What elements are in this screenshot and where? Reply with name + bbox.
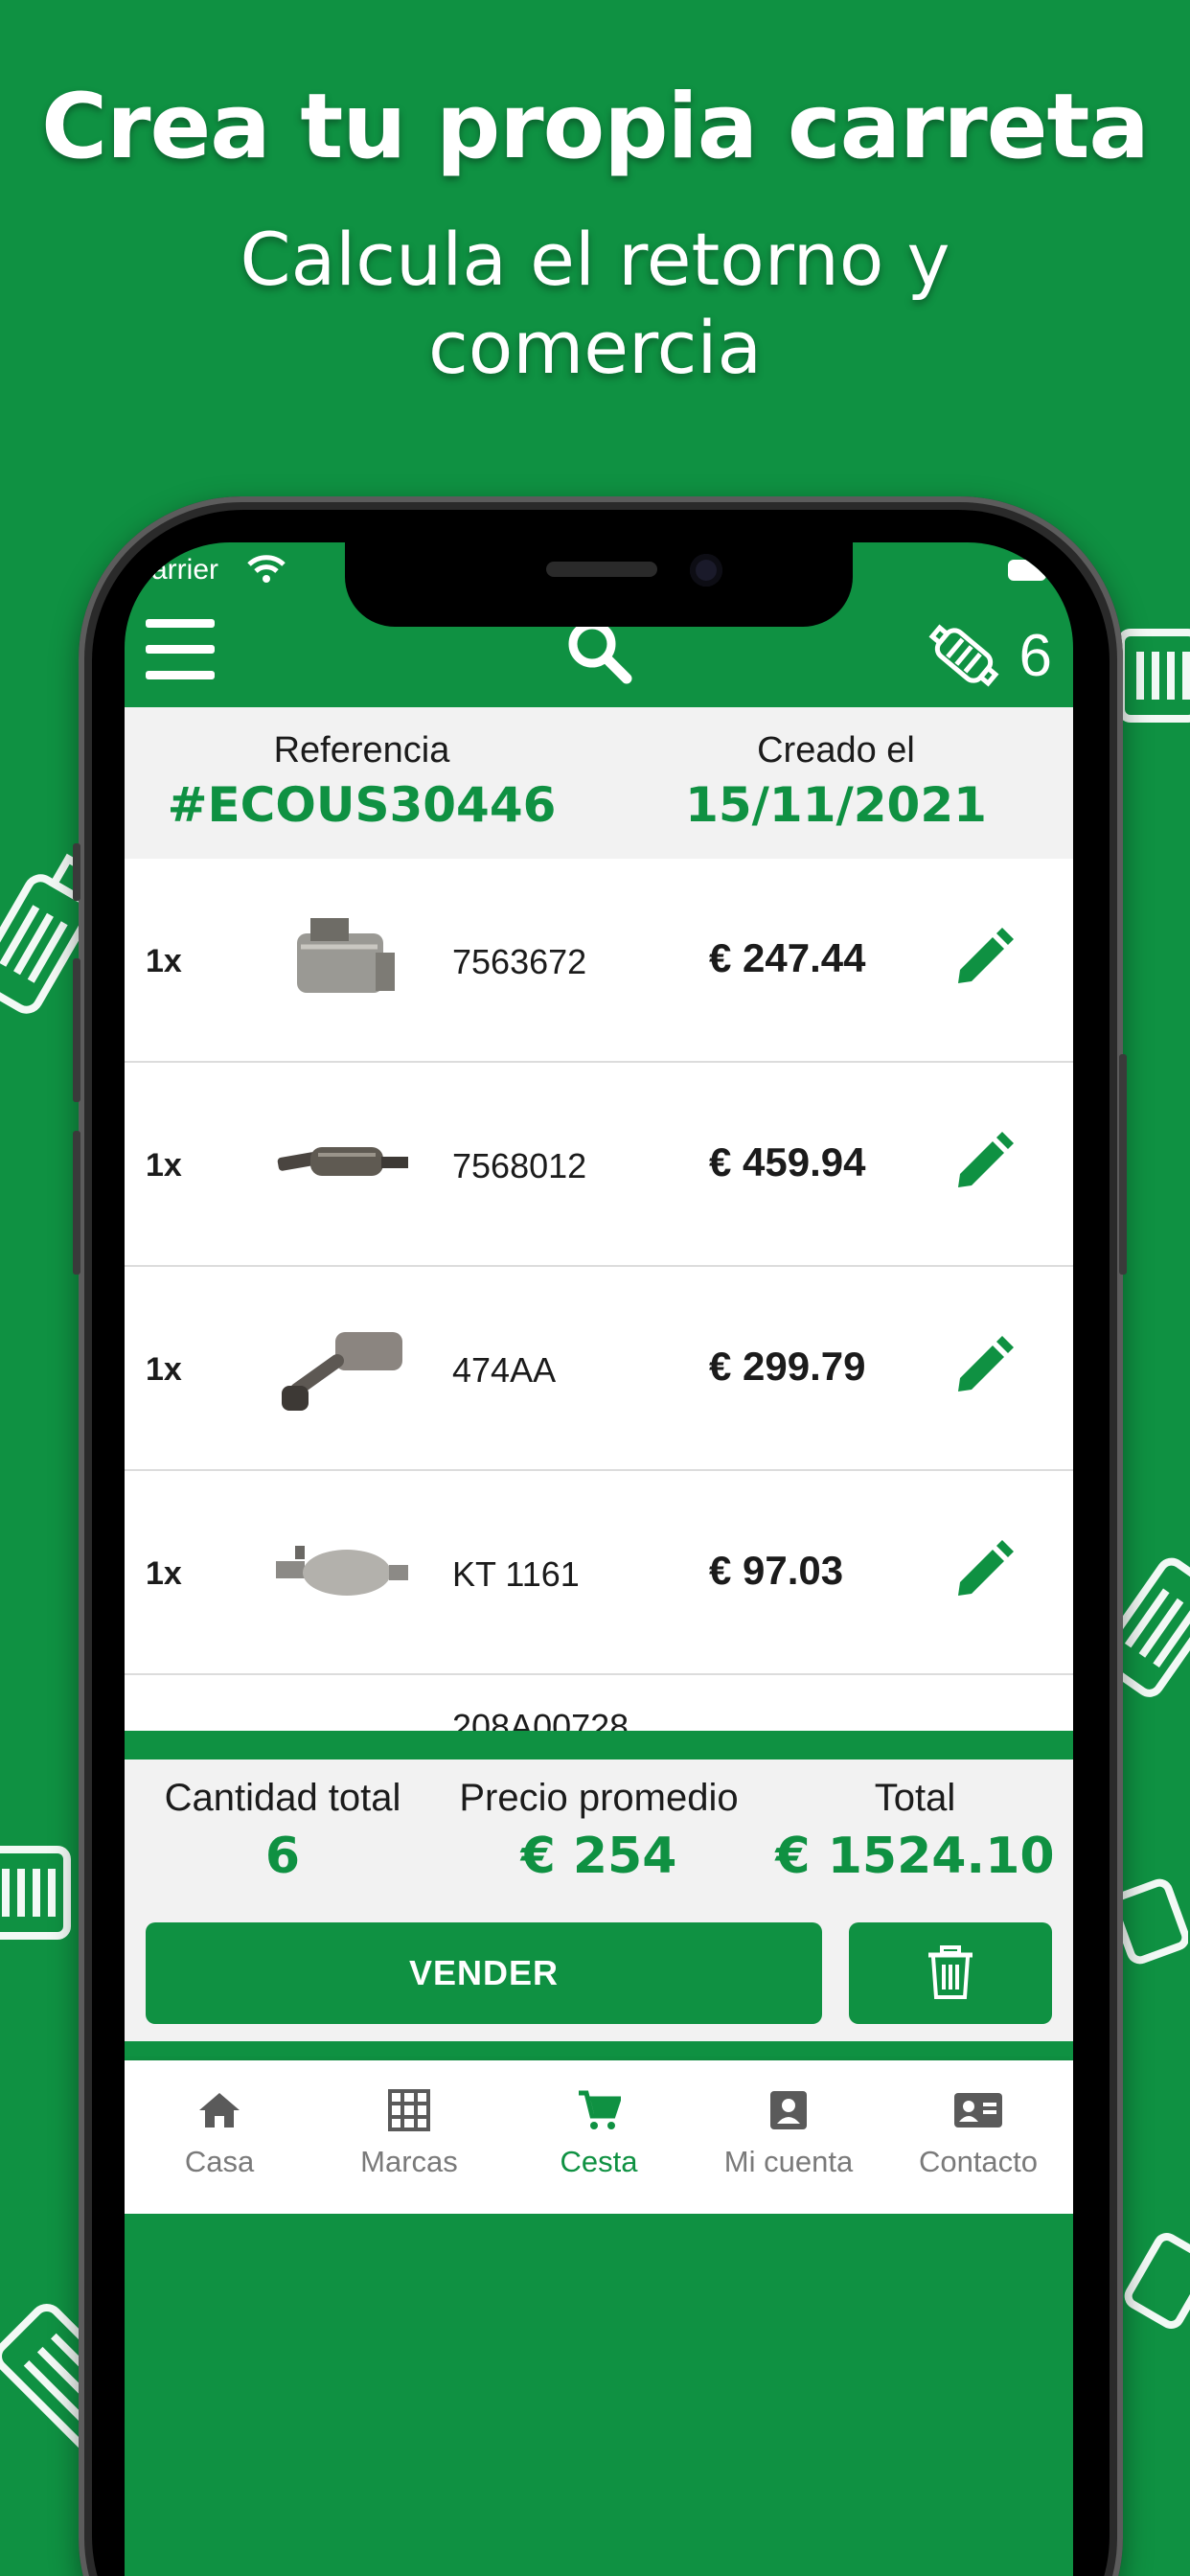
background-catalyst-icon xyxy=(1111,1878,1188,1965)
home-icon xyxy=(199,2093,240,2128)
basket-summary: Cantidad total 6 Precio promedio € 254 T… xyxy=(125,1760,1073,2041)
phone-side-button xyxy=(1119,1054,1127,1275)
tab-label: Contacto xyxy=(918,2145,1039,2178)
background-catalyst-icon xyxy=(0,1846,71,1940)
item-qty: 1x xyxy=(146,1555,182,1592)
item-code: KT 1161 xyxy=(452,1554,580,1594)
tab-casa[interactable]: Casa xyxy=(125,2060,314,2214)
cart-count: 6 xyxy=(1018,622,1052,689)
item-qty: 1x xyxy=(146,1147,182,1184)
cart-icon xyxy=(579,2090,621,2129)
tab-mi-cuenta[interactable]: Mi cuenta xyxy=(694,2060,883,2214)
item-code: 7568012 xyxy=(452,1146,587,1185)
basket-item-row[interactable]: 1x 7563672 € 247.44 xyxy=(125,859,1073,1063)
total-label: Total xyxy=(874,1777,956,1819)
tab-marcas[interactable]: Marcas xyxy=(314,2060,504,2214)
item-code: 7563672 xyxy=(452,942,587,981)
edit-icon[interactable] xyxy=(949,1538,1016,1605)
product-image xyxy=(268,1725,412,1731)
item-qty: 1x xyxy=(146,1351,182,1388)
phone-side-button xyxy=(73,958,80,1102)
avg-price-value: € 254 xyxy=(520,1828,677,1885)
basket-item-row[interactable]: 208A00728 R xyxy=(125,1675,1073,1731)
basket-header: Referencia #ECOUS30446 Creado el 15/11/2… xyxy=(125,707,1073,859)
app-screen: arrier 6 Referencia #ECOUS30446 Creado e… xyxy=(125,542,1073,2576)
background-catalyst-icon xyxy=(1124,2233,1190,2329)
tab-label: Mi cuenta xyxy=(723,2145,854,2178)
grid-icon xyxy=(388,2089,430,2131)
item-code: 474AA xyxy=(452,1350,557,1390)
item-price: € 299.79 xyxy=(709,1344,866,1389)
cart-counter[interactable]: 6 xyxy=(924,615,1052,696)
item-price: € 459.94 xyxy=(709,1139,866,1184)
item-price: € 247.44 xyxy=(709,935,866,980)
product-image xyxy=(277,1147,408,1176)
total-value: € 1524.10 xyxy=(775,1828,1055,1885)
sell-button[interactable]: VENDER xyxy=(146,1922,822,2024)
total-qty-label: Cantidad total xyxy=(164,1777,401,1819)
edit-icon[interactable] xyxy=(949,1334,1016,1401)
tab-cesta[interactable]: Cesta xyxy=(504,2060,694,2214)
front-camera-icon xyxy=(690,554,722,586)
bottom-tab-bar: Casa Marcas Cesta Mi cuenta Contacto xyxy=(125,2060,1073,2214)
basket-item-row[interactable]: 1x KT 1161 € 97.03 xyxy=(125,1471,1073,1675)
delete-basket-button[interactable] xyxy=(849,1922,1052,2024)
total-qty-value: 6 xyxy=(264,1828,301,1885)
tab-label: Marcas xyxy=(360,2145,458,2178)
wifi-icon xyxy=(247,555,286,583)
basket-item-row[interactable]: 1x 7568012 € 459.94 xyxy=(125,1063,1073,1267)
reference-value: #ECOUS30446 xyxy=(167,777,557,833)
promo-subhead: Calcula el retorno y comercia xyxy=(240,217,950,390)
basket-item-list[interactable]: 1x 7563672 € 247.44 1x 7568012 € 459.94 … xyxy=(125,859,1073,1731)
status-carrier: arrier xyxy=(151,554,219,586)
avg-price-label: Precio promedio xyxy=(459,1777,739,1819)
catalyst-icon xyxy=(928,624,999,687)
edit-icon[interactable] xyxy=(949,926,1016,993)
tab-contacto[interactable]: Contacto xyxy=(883,2060,1073,2214)
battery-icon xyxy=(1008,560,1046,581)
account-icon xyxy=(770,2091,807,2129)
product-image xyxy=(276,1546,408,1596)
promo-headline: Crea tu propia carreta xyxy=(41,75,1150,179)
menu-button[interactable] xyxy=(146,617,215,684)
edit-icon[interactable] xyxy=(949,1130,1016,1197)
item-price: € 97.03 xyxy=(709,1548,844,1593)
trash-icon xyxy=(928,1945,973,1999)
tab-label: Cesta xyxy=(560,2145,638,2178)
phone-side-button xyxy=(73,1131,80,1275)
phone-side-button xyxy=(73,843,80,901)
item-code: 208A00728 R xyxy=(452,1707,629,1731)
item-qty: 1x xyxy=(146,943,182,979)
created-value: 15/11/2021 xyxy=(685,777,987,833)
contact-icon xyxy=(954,2093,1002,2128)
product-image xyxy=(297,918,395,993)
phone-notch xyxy=(345,542,853,627)
product-image xyxy=(282,1332,402,1411)
background-catalyst-icon xyxy=(1111,1557,1190,1697)
basket-item-row[interactable]: 1x 474AA € 299.79 xyxy=(125,1267,1073,1471)
created-label: Creado el xyxy=(757,730,915,770)
tab-label: Casa xyxy=(184,2145,255,2178)
reference-label: Referencia xyxy=(273,730,450,770)
